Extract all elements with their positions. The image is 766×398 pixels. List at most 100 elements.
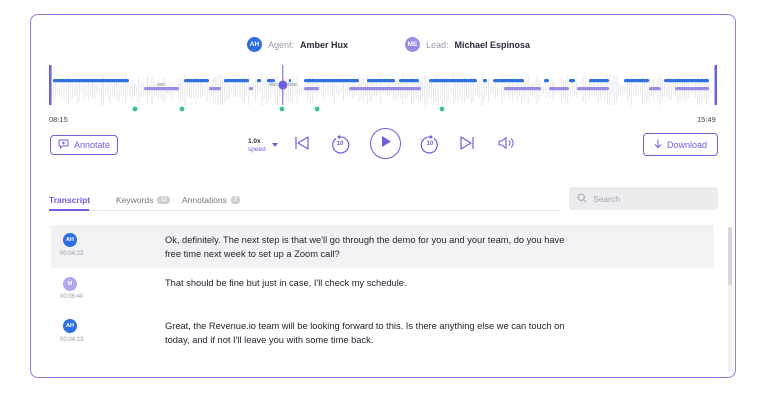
download-button[interactable]: Download — [643, 133, 718, 156]
speaker-avatar: AH — [63, 233, 77, 247]
playhead-handle — [278, 80, 288, 90]
agent-name: Amber Hux — [300, 39, 349, 50]
volume-icon — [498, 136, 516, 155]
lead-name: Michael Espinosa — [454, 39, 531, 50]
play-button[interactable] — [370, 128, 401, 159]
keywords-count-badge: 12 — [157, 196, 171, 204]
end-time: 15:49 — [697, 115, 716, 124]
skip-forward-icon — [459, 135, 475, 156]
agent-speech-segment — [53, 79, 129, 83]
transcript-text: That should be fine but just in case, I'… — [165, 276, 625, 290]
tab-transcript[interactable]: Transcript — [49, 195, 90, 205]
agent-speech-segment — [184, 79, 209, 83]
forward-10-button[interactable]: 10 — [419, 134, 441, 156]
search-input[interactable] — [593, 193, 703, 204]
silence-segment — [269, 83, 277, 86]
caret-down-icon — [271, 142, 278, 150]
audio-waveform[interactable] — [49, 65, 717, 113]
waveform-start-cap — [49, 65, 52, 105]
agent-speech-segment — [289, 79, 291, 83]
agent-speech-segment — [569, 79, 575, 83]
speaker-avatar: M — [63, 277, 77, 291]
rewind-seconds: 10 — [336, 141, 344, 147]
silence-segment — [157, 83, 165, 86]
annotation-marker — [439, 106, 445, 112]
skip-start-button[interactable] — [293, 135, 311, 156]
tab-keywords[interactable]: Keywords 12 — [116, 195, 171, 205]
transcript-text: Ok, definitely. The next step is that we… — [165, 233, 625, 261]
volume-button[interactable] — [497, 136, 517, 154]
lead-speech-segment — [549, 87, 569, 91]
annotation-marker — [314, 106, 320, 112]
agent-speech-segment — [429, 79, 477, 83]
speed-value: 1.0x — [248, 138, 261, 145]
lead-role-label: Lead: — [426, 39, 449, 50]
agent-speech-segment — [664, 79, 709, 83]
agent-participant: AH Agent: Amber Hux — [247, 37, 348, 52]
tab-keywords-label: Keywords — [116, 195, 154, 205]
agent-speech-segment — [224, 79, 249, 83]
transcript-row[interactable]: AH 00:04:23 Great, the Revenue.io team w… — [51, 314, 714, 356]
lead-speech-segment — [577, 87, 609, 91]
agent-speech-segment — [304, 79, 359, 83]
agent-speech-segment — [624, 79, 649, 83]
annotation-marker — [132, 106, 138, 112]
agent-speech-segment — [544, 79, 549, 83]
annotation-marker — [179, 106, 185, 112]
transcript-scrollbar[interactable] — [728, 227, 732, 372]
lead-speech-segment — [649, 87, 661, 91]
agent-role-label: Agent: — [268, 39, 295, 50]
transcript-line: Ok, definitely. The next step is that we… — [165, 235, 565, 245]
transcript-tabs: Transcript Keywords 12 Annotations 3 — [49, 193, 561, 211]
skip-end-button[interactable] — [458, 135, 476, 156]
speaker-avatar: AH — [63, 319, 77, 333]
download-arrow-icon — [654, 139, 662, 151]
scrollbar-thumb[interactable] — [728, 227, 732, 285]
transcript-row[interactable]: M 00:06:40 That should be fine but just … — [51, 271, 714, 311]
timestamp: 00:06:40 — [60, 294, 84, 300]
transcript-line: Great, the Revenue.io team will be looki… — [165, 321, 565, 331]
lead-participant: ME Lead: Michael Espinosa — [405, 37, 530, 52]
waveform-end-cap — [714, 65, 717, 105]
annotations-count-badge: 3 — [230, 196, 241, 204]
skip-back-icon — [294, 135, 310, 156]
agent-speech-segment — [267, 79, 275, 83]
transcript-line: free time next week to set up a Zoom cal… — [165, 249, 340, 259]
agent-speech-segment — [399, 79, 419, 83]
search-box[interactable] — [569, 187, 718, 210]
transcript-text: Great, the Revenue.io team will be looki… — [165, 319, 625, 347]
lead-speech-segment — [504, 87, 541, 91]
transcript-row[interactable]: AH 00:04:23 Ok, definitely. The next ste… — [51, 225, 714, 268]
active-tab-indicator — [49, 209, 89, 211]
search-icon — [577, 192, 587, 205]
transcript-line: today, and if not I'll leave you with so… — [165, 335, 374, 345]
transcript-line: That should be fine but just in case, I'… — [165, 278, 407, 288]
agent-speech-segment — [493, 79, 524, 83]
timestamp: 00:04:23 — [60, 337, 84, 343]
annotate-button[interactable]: Annotate — [50, 135, 118, 155]
start-time: 08:15 — [49, 115, 68, 124]
tab-transcript-label: Transcript — [49, 195, 91, 205]
rewind-10-button[interactable]: 10 — [329, 134, 351, 156]
agent-speech-segment — [483, 79, 487, 83]
annotation-marker — [279, 106, 285, 112]
lead-speech-segment — [209, 87, 221, 91]
play-icon — [380, 135, 392, 153]
agent-speech-segment — [589, 79, 609, 83]
participants-header: AH Agent: Amber Hux ME Lead: Michael Esp… — [31, 37, 735, 57]
lead-speech-segment — [304, 87, 319, 91]
lead-speech-segment — [349, 87, 421, 91]
agent-avatar: AH — [247, 37, 262, 52]
lead-speech-segment — [249, 87, 253, 91]
silence-segment — [287, 83, 297, 86]
agent-speech-segment — [257, 79, 261, 83]
lead-avatar: ME — [405, 37, 420, 52]
rewind-icon: 10 — [329, 134, 351, 156]
forward-icon: 10 — [419, 134, 441, 156]
tab-annotations-label: Annotations — [182, 195, 227, 205]
speed-selector[interactable]: 1.0x speed — [248, 138, 278, 154]
comment-icon — [58, 139, 69, 151]
forward-seconds: 10 — [426, 141, 434, 147]
speed-label: speed — [248, 146, 266, 153]
tab-annotations[interactable]: Annotations 3 — [182, 195, 241, 205]
